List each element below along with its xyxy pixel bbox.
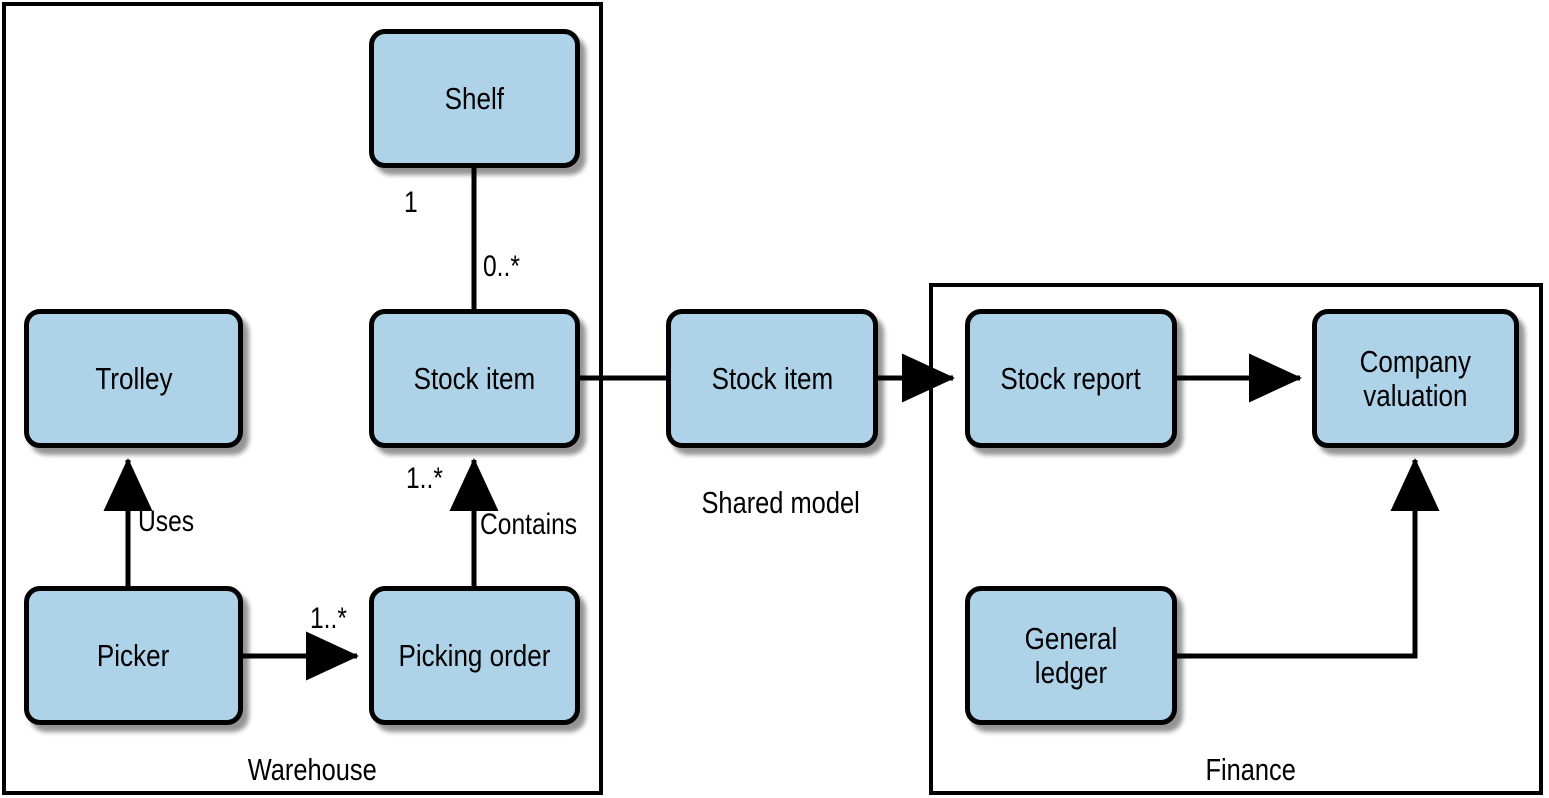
node-stock-report[interactable]: Stock report [965,309,1177,448]
edge-label-contains: Contains [480,508,578,541]
node-stock-item-shared[interactable]: Stock item [666,309,878,448]
node-picker[interactable]: Picker [24,586,243,725]
node-shelf-label: Shelf [444,80,505,116]
diagram-canvas: Shelf Trolley Stock item Picker Picking … [0,0,1549,798]
node-picking-order-label: Picking order [398,637,551,673]
node-general-ledger[interactable]: General ledger [965,586,1177,725]
node-trolley[interactable]: Trolley [24,309,243,448]
multiplicity-stock-item-zero-star: 0..* [483,250,520,283]
node-stock-report-label: Stock report [1000,360,1142,396]
node-company-valuation[interactable]: Company valuation [1312,309,1519,448]
free-label-shared-model: Shared model [701,485,860,520]
node-picker-label: Picker [97,637,170,673]
node-trolley-label: Trolley [94,360,173,396]
multiplicity-shelf-one: 1 [404,186,418,219]
node-company-valuation-label: Company valuation [1359,344,1472,413]
multiplicity-picking-order-one-star: 1..* [310,602,347,635]
node-stock-item-shared-label: Stock item [711,360,833,396]
node-general-ledger-label: General ledger [1024,621,1118,690]
edge-label-uses: Uses [138,505,195,538]
node-shelf[interactable]: Shelf [369,29,580,168]
multiplicity-contains-one-star: 1..* [406,462,443,495]
node-picking-order[interactable]: Picking order [369,586,580,725]
node-stock-item-warehouse[interactable]: Stock item [369,309,580,448]
node-stock-item-warehouse-label: Stock item [413,360,536,396]
